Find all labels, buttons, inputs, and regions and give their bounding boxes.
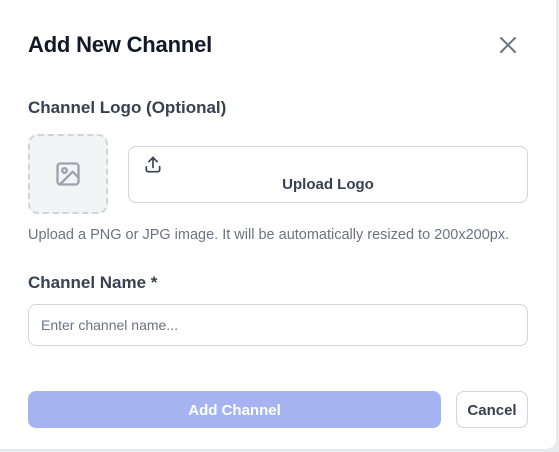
- add-channel-dialog: Add New Channel Channel Logo (Optional) …: [0, 0, 556, 449]
- channel-logo-label: Channel Logo (Optional): [28, 98, 227, 117]
- dialog-title: Add New Channel: [28, 32, 213, 57]
- close-icon: [500, 37, 516, 53]
- logo-preview: [28, 134, 108, 214]
- upload-logo-button[interactable]: Upload Logo: [128, 146, 528, 203]
- add-channel-button[interactable]: Add Channel: [28, 391, 441, 428]
- channel-name-input[interactable]: [28, 304, 528, 346]
- image-icon: [56, 162, 80, 186]
- upload-icon: [145, 156, 161, 173]
- channel-name-label: Channel Name *: [28, 273, 158, 292]
- logo-hint-text: Upload a PNG or JPG image. It will be au…: [28, 227, 510, 243]
- cancel-button[interactable]: Cancel: [456, 391, 528, 428]
- close-button[interactable]: [496, 33, 520, 57]
- upload-logo-label: Upload Logo: [282, 176, 374, 193]
